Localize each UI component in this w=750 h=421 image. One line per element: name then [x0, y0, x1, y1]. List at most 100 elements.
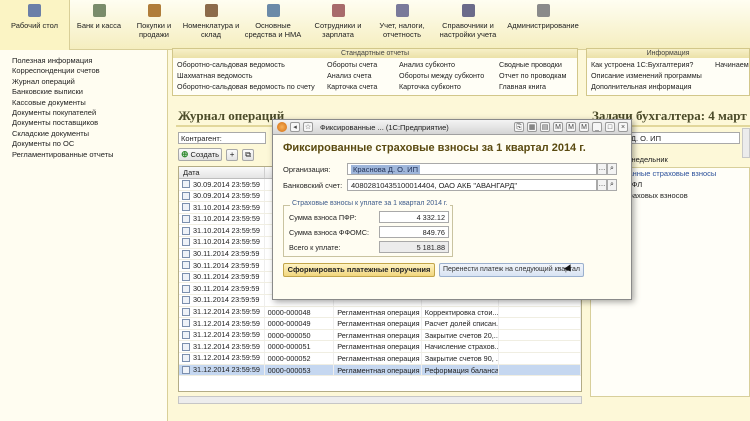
minimize-icon[interactable]: _: [592, 122, 602, 132]
section-accounting[interactable]: Учет, налоги, отчетность: [372, 0, 432, 50]
cell-number: 0000-000051: [265, 341, 335, 352]
bank-open-icon[interactable]: ⌕: [607, 179, 617, 191]
sidebar-item[interactable]: Документы по ОС: [12, 139, 167, 149]
cell-date: 31.12.2014 23:59:59: [179, 318, 265, 329]
memory-sub-icon[interactable]: M: [579, 122, 589, 132]
sidebar-item[interactable]: Кассовые документы: [12, 98, 167, 108]
bank-select-button[interactable]: …: [597, 179, 607, 191]
report-link[interactable]: Главная книга: [499, 81, 575, 92]
org-field[interactable]: Краснова Д. О. ИП: [347, 163, 597, 175]
assets-icon: [266, 4, 280, 17]
section-employees[interactable]: Сотрудники и зарплата: [304, 0, 372, 50]
cell-content: Закрытие счетов 20,...: [422, 329, 500, 341]
cell-date: 30.11.2014 23:59:59: [179, 248, 265, 260]
sidebar-item[interactable]: Документы поставщиков: [12, 118, 167, 128]
table-row[interactable]: 31.12.2014 23:59:59 0000-000050 Регламентн…: [179, 329, 581, 342]
vertical-scrollbar[interactable]: [742, 128, 750, 158]
cell-number: 0000-000048: [265, 306, 335, 318]
report-link[interactable]: Обороты счета: [327, 59, 399, 70]
date-text: 30.11.2014 23:59:59: [193, 260, 260, 270]
report-link[interactable]: Анализ счета: [327, 70, 399, 81]
date-text: 31.12.2014 23:59:59: [193, 341, 260, 351]
info-link[interactable]: Описание изменений программы: [591, 70, 745, 81]
cell-content: Начисление страхов...: [422, 341, 500, 352]
memory-add-icon[interactable]: M: [566, 122, 576, 132]
report-link[interactable]: Оборотно-сальдовая ведомость по счету: [177, 81, 327, 92]
maximize-icon[interactable]: □: [605, 122, 615, 132]
counterparty-input[interactable]: Контрагент:: [178, 131, 266, 144]
org-open-icon[interactable]: ⌕: [607, 163, 617, 175]
section-assets[interactable]: Основные средства и НМА: [242, 0, 304, 50]
pfr-label: Сумма взноса ПФР:: [289, 212, 357, 222]
cell-date: 30.09.2014 23:59:59: [179, 179, 265, 190]
close-icon[interactable]: ×: [618, 122, 628, 132]
table-row[interactable]: 31.12.2014 23:59:59 0000-000053 Регламентн…: [179, 364, 581, 377]
sidebar-item[interactable]: Корреспонденции счетов: [12, 66, 167, 76]
calc-icon[interactable]: ▦: [527, 122, 537, 132]
sidebar-item[interactable]: Складские документы: [12, 129, 167, 139]
table-row[interactable]: 31.12.2014 23:59:59 0000-000048 Регламентн…: [179, 306, 581, 319]
section-desktop[interactable]: Рабочий стол: [0, 0, 70, 50]
date-text: 30.11.2014 23:59:59: [193, 249, 260, 259]
info-link[interactable]: Дополнительная информация: [591, 81, 745, 92]
table-row[interactable]: 31.12.2014 23:59:59 0000-000049 Регламентн…: [179, 318, 581, 330]
add-icon[interactable]: +: [226, 148, 239, 161]
link-icon[interactable]: ⎘: [514, 122, 524, 132]
date-text: 31.12.2014 23:59:59: [193, 353, 260, 363]
cell-extra: [499, 364, 581, 376]
cell-content: Реформация баланса: [422, 364, 500, 376]
report-link[interactable]: Карточка субконто: [399, 81, 499, 92]
pfr-value[interactable]: 4 332.12: [379, 211, 449, 223]
admin-icon: [536, 4, 550, 17]
date-text: 31.10.2014 23:59:59: [193, 214, 260, 224]
document-icon: [182, 296, 190, 305]
report-link[interactable]: Отчет по проводкам: [499, 70, 575, 81]
cell-extra: [499, 352, 581, 364]
info-extra-link[interactable]: Начинаем: [715, 60, 749, 69]
column-date[interactable]: Дата: [179, 167, 265, 178]
date-text: 30.09.2014 23:59:59: [193, 191, 260, 201]
transfer-payment-button[interactable]: Перенести платеж на следующий квартал: [439, 263, 584, 277]
date-text: 31.12.2014 23:59:59: [193, 330, 260, 340]
cell-date: 31.10.2014 23:59:59: [179, 202, 265, 213]
ffoms-value[interactable]: 849.76: [379, 226, 449, 238]
horizontal-scrollbar[interactable]: [178, 396, 582, 404]
org-select-button[interactable]: …: [597, 163, 607, 175]
section-bank[interactable]: Банк и касса: [70, 0, 128, 50]
section-label: Учет, налоги, отчетность: [379, 21, 425, 39]
calendar-icon[interactable]: ▤: [540, 122, 550, 132]
memory-icon[interactable]: M: [553, 122, 563, 132]
create-button[interactable]: ⊕ Создать: [178, 148, 223, 161]
section-cart[interactable]: Покупки и продажи: [128, 0, 180, 50]
sidebar-item[interactable]: Регламентированные отчеты: [12, 150, 167, 160]
cell-date: 30.09.2014 23:59:59: [179, 190, 265, 202]
sidebar-item[interactable]: Полезная информация: [12, 56, 167, 66]
section-admin[interactable]: Администрирование: [504, 0, 582, 50]
cell-number: 0000-000049: [265, 318, 335, 329]
back-icon[interactable]: ◂: [290, 122, 300, 132]
report-link[interactable]: Обороты между субконто: [399, 70, 499, 81]
sidebar-item[interactable]: Документы покупателей: [12, 108, 167, 118]
date-text: 30.09.2014 23:59:59: [193, 179, 260, 189]
generate-payments-button[interactable]: Сформировать платежные поручения: [283, 263, 435, 277]
sidebar-item[interactable]: Банковские выписки: [12, 87, 167, 97]
report-link[interactable]: Сводные проводки: [499, 59, 575, 70]
star-icon[interactable]: ☆: [303, 122, 313, 132]
section-book[interactable]: Справочники и настройки учета: [432, 0, 504, 50]
report-link[interactable]: Оборотно-сальдовая ведомость: [177, 59, 327, 70]
journal-toolbar: ⊕ Создать + ⧉: [178, 148, 255, 161]
report-link[interactable]: Шахматная ведомость: [177, 70, 327, 81]
cell-date: 31.12.2014 23:59:59: [179, 329, 265, 341]
employees-icon: [331, 4, 345, 17]
document-icon: [182, 307, 190, 316]
bank-account-field[interactable]: 40802810435100014404, ОАО АКБ "АВАНГАРД": [347, 179, 597, 191]
section-warehouse[interactable]: Номенклатура и склад: [180, 0, 242, 50]
table-row[interactable]: 31.12.2014 23:59:59 0000-000051 Регламентн…: [179, 341, 581, 353]
table-row[interactable]: 31.12.2014 23:59:59 0000-000052 Регламентн…: [179, 352, 581, 365]
navigation-panel: Полезная информация Корреспонденции счето…: [0, 50, 168, 421]
report-link[interactable]: Карточка счета: [327, 81, 399, 92]
copy-icon[interactable]: ⧉: [242, 148, 255, 161]
report-link[interactable]: Анализ субконто: [399, 59, 499, 70]
sidebar-item[interactable]: Журнал операций: [12, 77, 167, 87]
cell-date: 30.11.2014 23:59:59: [179, 294, 265, 306]
